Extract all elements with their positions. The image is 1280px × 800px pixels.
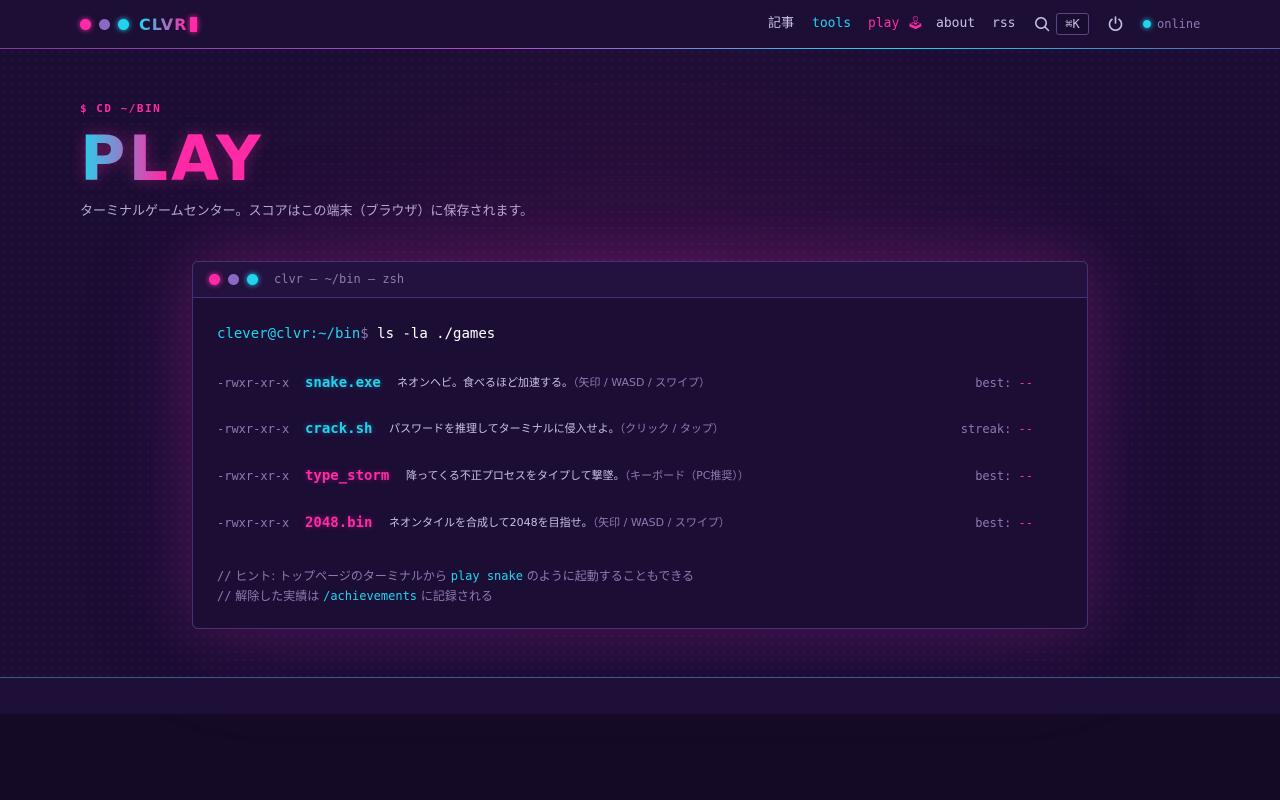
hint-command[interactable]: play snake [451,569,523,583]
cyan-dot-icon [118,18,129,30]
score-label: streak: [960,422,1012,436]
cursor-block-icon [190,16,198,32]
prompt-user: clever@clvr [217,326,310,342]
game-description: 降ってくる不正プロセスをタイプして撃墜。（キーボード（PC推奨）） [406,466,749,486]
game-controls: （クリック / タップ） [619,422,724,435]
score-label: best: [975,469,1012,483]
score-value: -- [1018,469,1033,483]
nav-link-about[interactable]: about [936,16,975,32]
comment-slashes: // [217,569,232,583]
command-line: clever@clvr:~/bin$ ls -la ./games [217,325,495,343]
terminal-title: clvr — ~/bin — zsh [274,272,405,286]
terminal-titlebar: clvr — ~/bin — zsh [193,262,1087,298]
game-description: ネオンヘビ。食べるほど加速する。（矢印 / WASD / スワイプ） [397,373,710,393]
nav-link-play[interactable]: play 🕹 [868,16,924,32]
command-text: ls -la ./games [377,326,496,342]
online-status: online [1143,16,1200,32]
score-value: -- [1018,376,1033,390]
minimize-dot-icon [228,274,239,285]
search-shortcut-key[interactable]: ⌘K [1056,13,1089,35]
game-score: best: -- [975,513,1033,533]
game-permissions: -rwxr-xr-x [217,422,290,436]
game-row-type-storm[interactable]: -rwxr-xr-x type_storm 降ってくる不正プロセスをタイプして撃… [217,466,1033,486]
game-name-snake[interactable]: snake.exe [305,373,381,393]
site-logo[interactable]: CLVR [80,13,198,35]
pink-dot-icon [80,18,91,30]
hero-prompt: $ CD ~/BIN [80,102,162,115]
nav-link-rss[interactable]: rss [992,16,1015,32]
nav-link-articles[interactable]: 記事 [768,16,794,32]
close-dot-icon [209,274,220,285]
logo-text: CLVR [139,14,188,34]
hint-text: のように起動することもできる [522,569,695,583]
game-row-2048[interactable]: -rwxr-xr-x 2048.bin ネオンタイルを合成して2048を目指せ。… [217,513,1033,533]
prompt-path: :~/bin [309,326,361,342]
status-label: online [1157,17,1201,31]
game-description-text: パスワードを推理してターミナルに侵入せよ。 [389,422,620,435]
score-label: best: [975,516,1012,530]
game-controls: （キーボード（PC推奨）） [624,469,749,482]
game-name-2048[interactable]: 2048.bin [305,513,372,533]
score-value: -- [1018,422,1033,436]
purple-dot-icon [99,18,110,30]
hint-line-achievements: // 解除した実績は /achievements に記録される [217,588,493,604]
site-footer [0,677,1280,714]
hint-line-play: // ヒント: トップページのターミナルから play snake のように起動… [217,568,694,584]
page-title: PLAY [80,122,264,195]
game-description: パスワードを推理してターミナルに侵入せよ。（クリック / タップ） [389,419,724,439]
score-value: -- [1018,516,1033,530]
hint-text: 解除した実績は [231,589,324,603]
hint-text: に記録される [417,589,493,603]
game-name-type-storm[interactable]: type_storm [305,466,389,486]
game-name-crack[interactable]: crack.sh [305,419,372,439]
game-score: best: -- [975,466,1033,486]
power-icon[interactable] [1107,15,1124,32]
game-description-text: 降ってくる不正プロセスをタイプして撃墜。 [406,469,625,482]
game-controls: （矢印 / WASD / スワイプ） [592,516,730,529]
game-row-snake[interactable]: -rwxr-xr-x snake.exe ネオンヘビ。食べるほど加速する。（矢印… [217,373,1033,393]
prompt-symbol: $ [360,326,369,342]
terminal-window: clvr — ~/bin — zsh clever@clvr:~/bin$ ls… [192,261,1088,629]
game-permissions: -rwxr-xr-x [217,516,290,530]
game-permissions: -rwxr-xr-x [217,469,290,483]
game-controls: （矢印 / WASD / スワイプ） [573,376,711,389]
achievements-link[interactable]: /achievements [323,589,417,603]
search-icon[interactable] [1034,16,1050,32]
score-label: best: [975,376,1012,390]
game-score: best: -- [975,373,1033,393]
status-dot-icon [1143,20,1151,28]
game-description: ネオンタイルを合成して2048を目指せ。（矢印 / WASD / スワイプ） [389,513,730,533]
nav-link-tools[interactable]: tools [812,16,851,32]
game-permissions: -rwxr-xr-x [217,376,290,390]
game-row-crack[interactable]: -rwxr-xr-x crack.sh パスワードを推理してターミナルに侵入せよ… [217,419,1033,439]
game-description-text: ネオンヘビ。食べるほど加速する。 [397,376,573,389]
game-description-text: ネオンタイルを合成して2048を目指せ。 [389,516,593,529]
comment-slashes: // [217,589,232,603]
hint-text: ヒント: トップページのターミナルから [231,569,451,583]
page-subtitle: ターミナルゲームセンター。スコアはこの端末（ブラウザ）に保存されます。 [80,204,534,219]
site-header: CLVR 記事 tools play 🕹 about rss ⌘K online [0,0,1280,49]
game-score: streak: -- [961,419,1033,439]
maximize-dot-icon [247,274,258,285]
